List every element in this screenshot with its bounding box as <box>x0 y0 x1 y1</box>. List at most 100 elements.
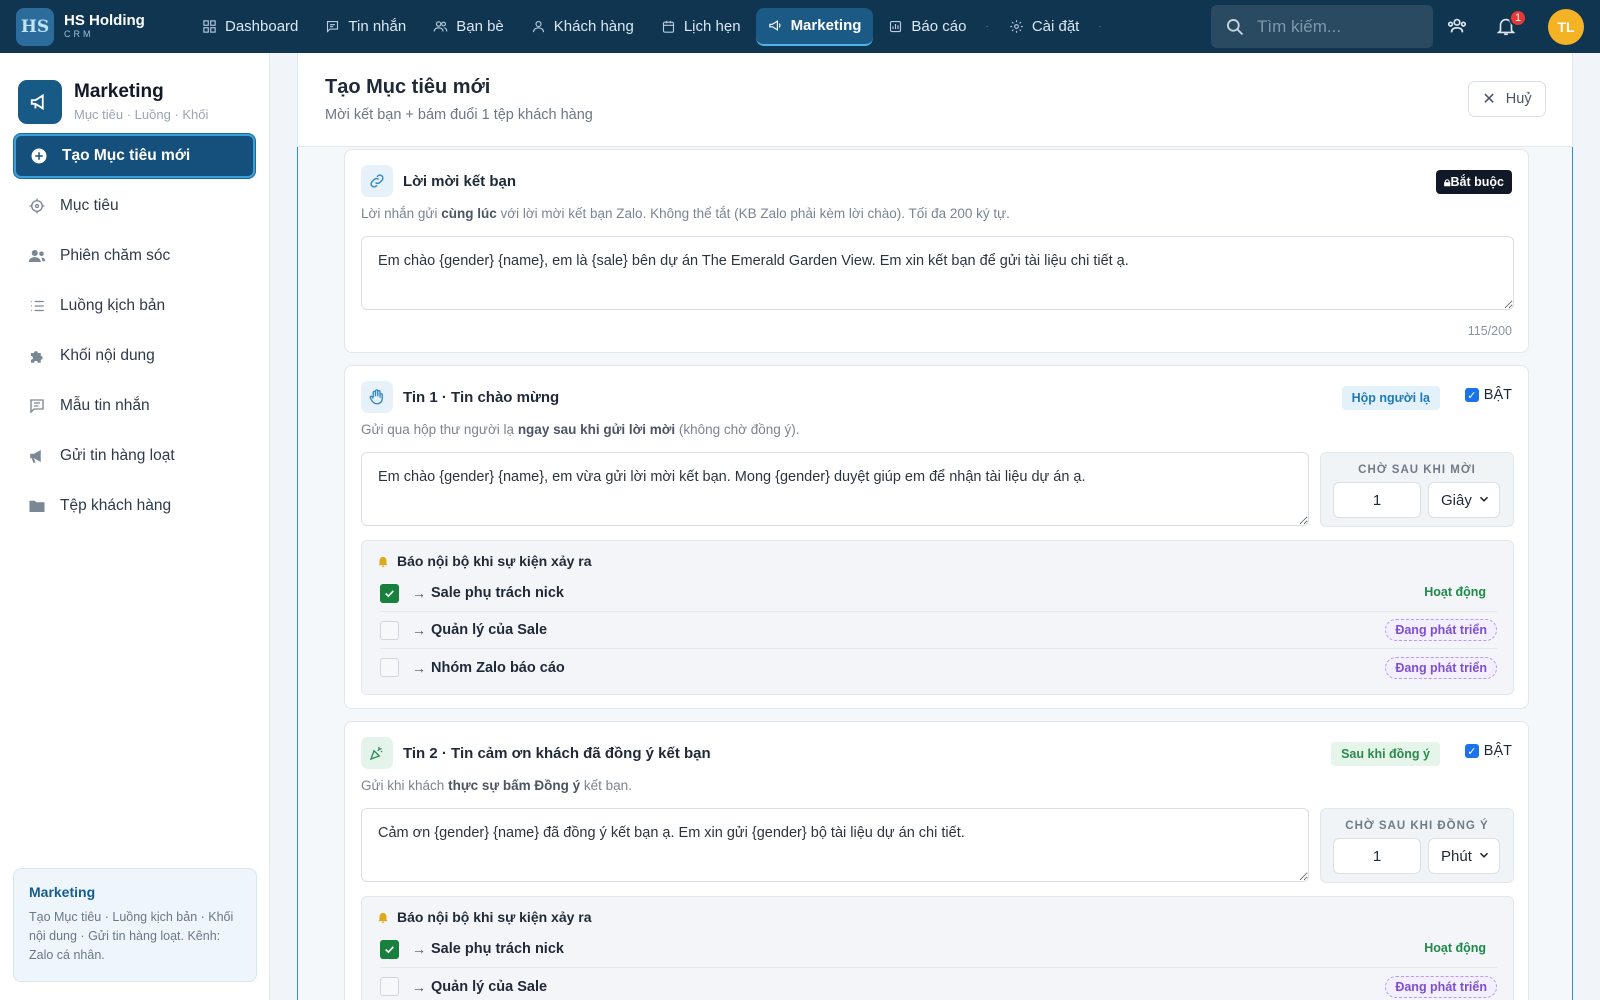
status-badge: Đang phát triển <box>1385 975 1497 998</box>
delay-value-input[interactable] <box>1333 482 1421 518</box>
desc-bold: ngay sau khi gửi lời mời <box>517 422 676 437</box>
user-avatar[interactable]: TL <box>1548 9 1584 45</box>
desc-text: với lời mời kết bạn Zalo. Không thể tắt … <box>496 206 1010 221</box>
sidebar-item-label: Mẫu tin nhắn <box>60 397 150 414</box>
brand[interactable]: HS HS Holding CRM <box>16 7 176 46</box>
nav-item-dashboard[interactable]: Dashboard <box>190 8 310 46</box>
notifications-button[interactable]: 1 <box>1495 9 1527 39</box>
notify-title: Báo nội bộ khi sự kiện xảy ra <box>376 909 592 925</box>
cancel-button[interactable]: ✕ Huỷ <box>1468 81 1546 117</box>
megaphone-icon <box>768 20 781 31</box>
status-badge: Đang phát triển <box>1385 619 1497 641</box>
sidebar-title: Marketing <box>74 81 164 102</box>
sidebar-item-customer-lists[interactable]: Tệp khách hàng <box>14 484 255 528</box>
grid-icon <box>203 20 216 33</box>
notify-checkbox[interactable] <box>380 658 399 677</box>
card-icon <box>361 165 393 197</box>
delay-unit-value: Phút <box>1441 847 1472 865</box>
channel-tag: Sau khi đồng ý <box>1331 742 1440 766</box>
nav-item-settings[interactable]: Cài đặt <box>997 8 1092 46</box>
nav-item-marketing[interactable]: Marketing <box>755 7 874 46</box>
nav-item-friends[interactable]: Bạn bè <box>421 8 516 46</box>
welcome-message-textarea[interactable]: Em chào {gender} {name}, em vừa gửi lời … <box>361 452 1309 526</box>
desc-text: Gửi qua hộp thư người lạ <box>361 422 518 437</box>
delay-unit-select[interactable]: Giây <box>1428 482 1500 518</box>
desc-bold: thực sự bấm Đồng ý <box>448 778 581 793</box>
arrow-right-icon: → <box>412 622 426 638</box>
target-icon <box>29 198 45 214</box>
sidebar-item-goals[interactable]: Mục tiêu <box>14 184 255 228</box>
notify-checkbox[interactable] <box>380 977 399 996</box>
notify-checkbox[interactable] <box>380 583 399 603</box>
arrow-right-icon: → <box>412 978 426 995</box>
thanks-message-textarea[interactable]: Cảm ơn {gender} {name} đã đồng ý kết bạn… <box>361 808 1309 882</box>
bullhorn-icon <box>30 450 41 463</box>
page-header: Tạo Mục tiêu mới Mời kết bạn + bám đuổi … <box>297 53 1573 147</box>
notify-checkbox[interactable] <box>380 939 399 959</box>
sidebar-item-bulk-send[interactable]: Gửi tin hàng loạt <box>14 434 255 478</box>
nav-item-label: Lịch hẹn <box>683 18 741 35</box>
enable-toggle[interactable]: ✓ BẬT <box>1464 387 1512 403</box>
chat-template-icon <box>30 399 44 414</box>
search-icon <box>1227 18 1244 35</box>
sidebar-item-create-goal[interactable]: Tạo Mục tiêu mới <box>14 134 255 178</box>
invite-message-card: Lời mời kết bạn 🔒︎Bắt buộc Lời nhắn gửi … <box>344 149 1529 353</box>
notify-row-label: Quản lý của Sale <box>431 622 548 638</box>
sidebar-item-label: Gửi tin hàng loạt <box>60 447 175 464</box>
delay-box: CHỜ SAU KHI ĐỒNG Ý Phút <box>1320 808 1514 883</box>
notification-count-badge: 1 <box>1509 9 1527 27</box>
delay-unit-select[interactable]: Phút <box>1428 838 1500 874</box>
arrow-right-icon: → <box>412 659 426 676</box>
nav-item-label: Cài đặt <box>1031 18 1080 35</box>
nav-item-appointments[interactable]: Lịch hẹn <box>649 8 753 46</box>
sidebar-info-text: Tạo Mục tiêu · Luồng kịch bản · Khối nội… <box>29 910 234 962</box>
notify-row: → Nhóm Zalo báo cáo Đang phát triển <box>380 649 1497 686</box>
sidebar-item-flows[interactable]: Luồng kịch bản <box>14 284 255 328</box>
desc-text: Lời nhắn gửi <box>361 206 442 221</box>
page-subtitle: Mời kết bạn + bám đuổi 1 tệp khách hàng <box>325 107 593 123</box>
sidebar-item-message-templates[interactable]: Mẫu tin nhắn <box>14 384 255 428</box>
sidebar-item-care-sessions[interactable]: Phiên chăm sóc <box>14 234 255 278</box>
notify-checkbox[interactable] <box>380 620 399 640</box>
contacts-button[interactable] <box>1446 15 1470 39</box>
notify-row: → Sale phụ trách nick Hoạt động <box>380 575 1497 612</box>
delay-value-input[interactable] <box>1333 838 1421 874</box>
enable-toggle[interactable]: ✓ BẬT <box>1464 743 1512 759</box>
card-description: Gửi qua hộp thư người lạ ngay sau khi gử… <box>361 422 800 437</box>
nav-item-messages[interactable]: Tin nhắn <box>313 8 418 46</box>
sidebar-item-label: Tạo Mục tiêu mới <box>62 147 191 164</box>
nav-separator: · <box>1098 21 1102 32</box>
internal-notify-box: Báo nội bộ khi sự kiện xảy ra → Sale phụ… <box>361 896 1514 1000</box>
sidebar-item-label: Mục tiêu <box>60 197 119 214</box>
notify-row: → Sale phụ trách nick Hoạt động <box>380 931 1497 968</box>
nav-item-label: Khách hàng <box>553 18 634 35</box>
user-group-icon <box>28 250 46 262</box>
nav-item-customers[interactable]: Khách hàng <box>519 8 646 46</box>
desc-text: kết bạn. <box>580 778 632 793</box>
nav-item-reports[interactable]: Báo cáo <box>876 8 978 46</box>
status-badge: Hoạt động <box>1424 941 1486 955</box>
sidebar-item-label: Tệp khách hàng <box>60 497 172 514</box>
status-badge: Đang phát triển <box>1385 656 1497 679</box>
sidebar-item-label: Luồng kịch bản <box>60 297 166 314</box>
check-icon <box>385 589 394 597</box>
search-input[interactable] <box>1257 16 1427 37</box>
calendar-icon <box>662 20 674 33</box>
search-box[interactable] <box>1211 5 1433 48</box>
desc-text: (không chờ đồng ý). <box>675 422 800 437</box>
chevron-down-icon <box>1479 496 1489 502</box>
required-badge-label: Bắt buộc <box>1450 175 1504 189</box>
sidebar-header-icon <box>18 79 62 124</box>
main-nav: Dashboard Tin nhắn Bạn bè Khách hàng Lịc… <box>190 0 1110 53</box>
bell-icon <box>378 912 388 923</box>
gear-icon <box>1010 20 1023 33</box>
toggle-label: BẬT <box>1483 743 1512 759</box>
internal-notify-box: Báo nội bộ khi sự kiện xảy ra → Sale phụ… <box>361 540 1514 695</box>
invite-message-textarea[interactable]: Em chào {gender} {name}, em là {sale} bê… <box>361 236 1514 310</box>
notify-row-label: Nhóm Zalo báo cáo <box>431 659 565 676</box>
notify-title-text: Báo nội bộ khi sự kiện xảy ra <box>397 553 592 569</box>
lock-icon: 🔒︎ <box>1443 175 1451 189</box>
sidebar-item-content-blocks[interactable]: Khối nội dung <box>14 334 255 378</box>
delay-label: CHỜ SAU KHI MỜI <box>1358 464 1476 476</box>
notify-row: → Quản lý của Sale Đang phát triển <box>380 968 1497 1000</box>
